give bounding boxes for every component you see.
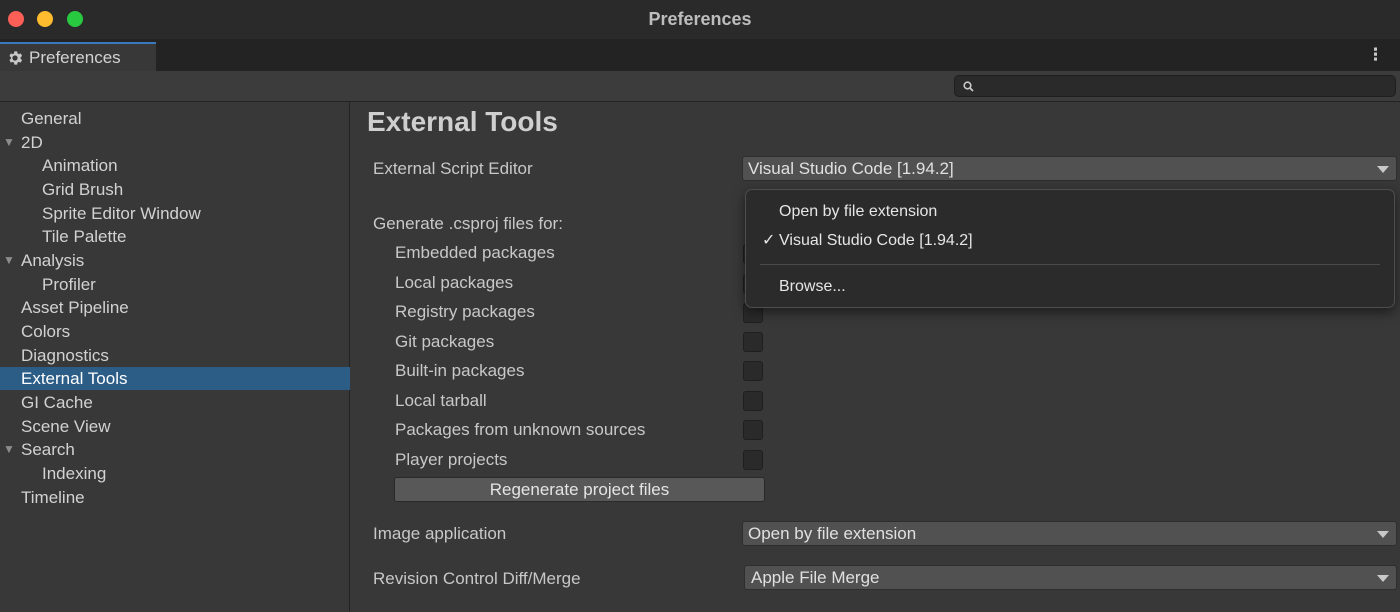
checkmark-icon: ✓ bbox=[762, 232, 776, 249]
dropdown-value: Apple File Merge bbox=[751, 568, 880, 587]
menu-item-visual-studio-code[interactable]: ✓ Visual Studio Code [1.94.2] bbox=[746, 228, 1394, 254]
package-label: Git packages bbox=[395, 332, 495, 351]
tab-preferences[interactable]: Preferences bbox=[0, 42, 156, 71]
sidebar-item-label: General bbox=[21, 109, 82, 128]
title-bar: Preferences bbox=[0, 0, 1400, 39]
menu-item-label: Visual Studio Code [1.94.2] bbox=[779, 232, 973, 249]
page-title: External Tools bbox=[367, 106, 558, 137]
sidebar-item-label: Analysis bbox=[21, 251, 85, 270]
menu-separator bbox=[760, 264, 1380, 265]
sidebar-item-external-tools[interactable]: External Tools bbox=[0, 367, 350, 390]
sidebar-item-asset-pipeline[interactable]: Asset Pipeline bbox=[0, 296, 350, 319]
gear-icon bbox=[9, 50, 23, 65]
package-label: Local tarball bbox=[395, 391, 487, 410]
external-script-editor-dropdown[interactable]: Visual Studio Code [1.94.2] bbox=[742, 156, 1397, 181]
built-in-packages-checkbox[interactable] bbox=[743, 361, 763, 381]
search-icon bbox=[963, 81, 974, 92]
sidebar-item-label: External Tools bbox=[21, 369, 128, 388]
dropdown-value: Visual Studio Code [1.94.2] bbox=[748, 159, 954, 178]
main-panel: External Tools External Script Editor Vi… bbox=[351, 102, 1400, 612]
sidebar-item-label: Grid Brush bbox=[42, 180, 124, 199]
player-projects-checkbox[interactable] bbox=[743, 450, 763, 470]
sidebar-item-label: Diagnostics bbox=[21, 346, 109, 365]
expand-caret-icon[interactable]: ▼ bbox=[3, 249, 15, 272]
sidebar-item-search[interactable]: ▼ Search bbox=[0, 438, 350, 461]
sidebar-item-label: Tile Palette bbox=[42, 227, 127, 246]
sidebar-item-gi-cache[interactable]: GI Cache bbox=[0, 391, 350, 414]
sidebar-item-2d[interactable]: ▼ 2D bbox=[0, 131, 350, 154]
sidebar-item-label: Asset Pipeline bbox=[21, 298, 129, 317]
image-application-label: Image application bbox=[373, 524, 507, 543]
sidebar-item-grid-brush[interactable]: Grid Brush bbox=[0, 178, 350, 201]
sidebar-item-profiler[interactable]: Profiler bbox=[0, 273, 350, 296]
menu-item-open-by-file-extension[interactable]: Open by file extension bbox=[746, 199, 1394, 225]
sidebar-item-diagnostics[interactable]: Diagnostics bbox=[0, 344, 350, 367]
tab-strip: Preferences ⋮ bbox=[0, 39, 1400, 71]
sidebar-item-scene-view[interactable]: Scene View bbox=[0, 415, 350, 438]
sidebar-item-timeline[interactable]: Timeline bbox=[0, 486, 350, 509]
window-title: Preferences bbox=[648, 9, 752, 29]
more-options-icon[interactable]: ⋮ bbox=[1367, 46, 1384, 63]
dropdown-value: Open by file extension bbox=[748, 524, 917, 543]
chevron-down-icon bbox=[1377, 166, 1389, 173]
menu-item-label: Browse... bbox=[779, 278, 846, 295]
sidebar-item-analysis[interactable]: ▼ Analysis bbox=[0, 249, 350, 272]
regenerate-project-files-button[interactable]: Regenerate project files bbox=[394, 477, 765, 502]
sidebar: General ▼ 2D Animation Grid Brush Sprite … bbox=[0, 102, 350, 612]
revision-control-dropdown[interactable]: Apple File Merge bbox=[744, 565, 1397, 590]
sidebar-item-label: 2D bbox=[21, 133, 43, 152]
package-label: Registry packages bbox=[395, 302, 535, 321]
sidebar-item-label: Colors bbox=[21, 322, 71, 341]
external-script-editor-label: External Script Editor bbox=[373, 159, 533, 178]
package-label: Built-in packages bbox=[395, 361, 525, 380]
tab-label: Preferences bbox=[29, 47, 121, 67]
sidebar-item-sprite-editor-window[interactable]: Sprite Editor Window bbox=[0, 202, 350, 225]
package-label: Player projects bbox=[395, 450, 508, 469]
sidebar-item-label: Profiler bbox=[42, 275, 96, 294]
menu-item-label: Open by file extension bbox=[779, 203, 938, 220]
package-label: Local packages bbox=[395, 273, 514, 292]
search-box[interactable] bbox=[954, 75, 1396, 97]
chevron-down-icon bbox=[1377, 531, 1389, 538]
menu-item-browse[interactable]: Browse... bbox=[746, 274, 1394, 300]
sidebar-item-label: Search bbox=[21, 440, 75, 459]
toolbar bbox=[0, 71, 1400, 102]
search-input[interactable] bbox=[979, 77, 1391, 95]
sidebar-item-label: Timeline bbox=[21, 488, 85, 507]
unknown-sources-checkbox[interactable] bbox=[743, 420, 763, 440]
sidebar-item-label: GI Cache bbox=[21, 393, 93, 412]
chevron-down-icon bbox=[1377, 575, 1389, 582]
sidebar-item-animation[interactable]: Animation bbox=[0, 154, 350, 177]
sidebar-item-label: Animation bbox=[42, 156, 118, 175]
package-label: Embedded packages bbox=[395, 243, 555, 262]
generate-csproj-label: Generate .csproj files for: bbox=[373, 214, 563, 233]
expand-caret-icon[interactable]: ▼ bbox=[3, 131, 15, 154]
sidebar-item-label: Sprite Editor Window bbox=[42, 204, 201, 223]
sidebar-item-colors[interactable]: Colors bbox=[0, 320, 350, 343]
package-label: Packages from unknown sources bbox=[395, 420, 646, 439]
local-tarball-checkbox[interactable] bbox=[743, 391, 763, 411]
sidebar-item-label: Scene View bbox=[21, 417, 111, 436]
git-packages-checkbox[interactable] bbox=[743, 332, 763, 352]
sidebar-item-label: Indexing bbox=[42, 464, 107, 483]
image-application-dropdown[interactable]: Open by file extension bbox=[742, 521, 1397, 546]
sidebar-item-tile-palette[interactable]: Tile Palette bbox=[0, 225, 350, 248]
script-editor-popup-menu: Open by file extension ✓ Visual Studio C… bbox=[745, 189, 1395, 308]
revision-control-label: Revision Control Diff/Merge bbox=[373, 569, 581, 588]
expand-caret-icon[interactable]: ▼ bbox=[3, 438, 15, 461]
sidebar-item-indexing[interactable]: Indexing bbox=[0, 462, 350, 485]
sidebar-item-general[interactable]: General bbox=[0, 107, 350, 130]
